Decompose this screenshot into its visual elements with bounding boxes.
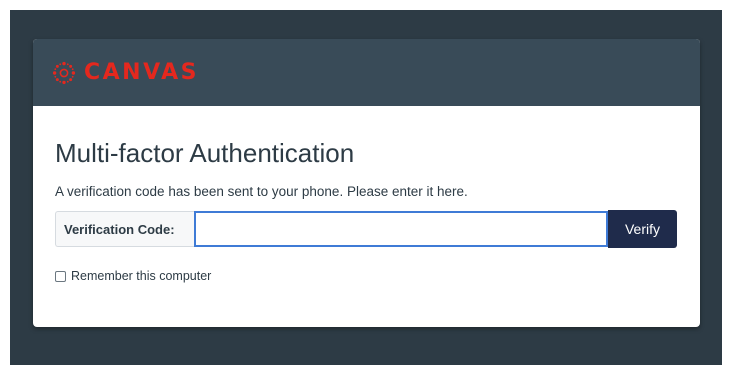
verify-button[interactable]: Verify [608,210,677,248]
canvas-logo-icon [52,61,76,85]
verification-message: A verification code has been sent to you… [55,184,468,199]
page-background: CANVAS Multi-factor Authentication A ver… [10,10,722,365]
brand-logo: CANVAS [52,61,199,85]
page-title: Multi-factor Authentication [55,138,355,168]
verification-code-label: Verification Code: [55,211,194,247]
login-card: CANVAS Multi-factor Authentication A ver… [33,39,700,327]
verification-code-input[interactable] [194,211,608,247]
card-body: Multi-factor Authentication A verificati… [33,137,700,283]
remember-label[interactable]: Remember this computer [71,269,211,283]
remember-computer-option: Remember this computer [55,269,678,283]
remember-checkbox[interactable] [55,270,66,282]
card-header: CANVAS [33,39,700,106]
verification-form: Verification Code: Verify [55,210,678,248]
brand-name: CANVAS [84,59,199,85]
